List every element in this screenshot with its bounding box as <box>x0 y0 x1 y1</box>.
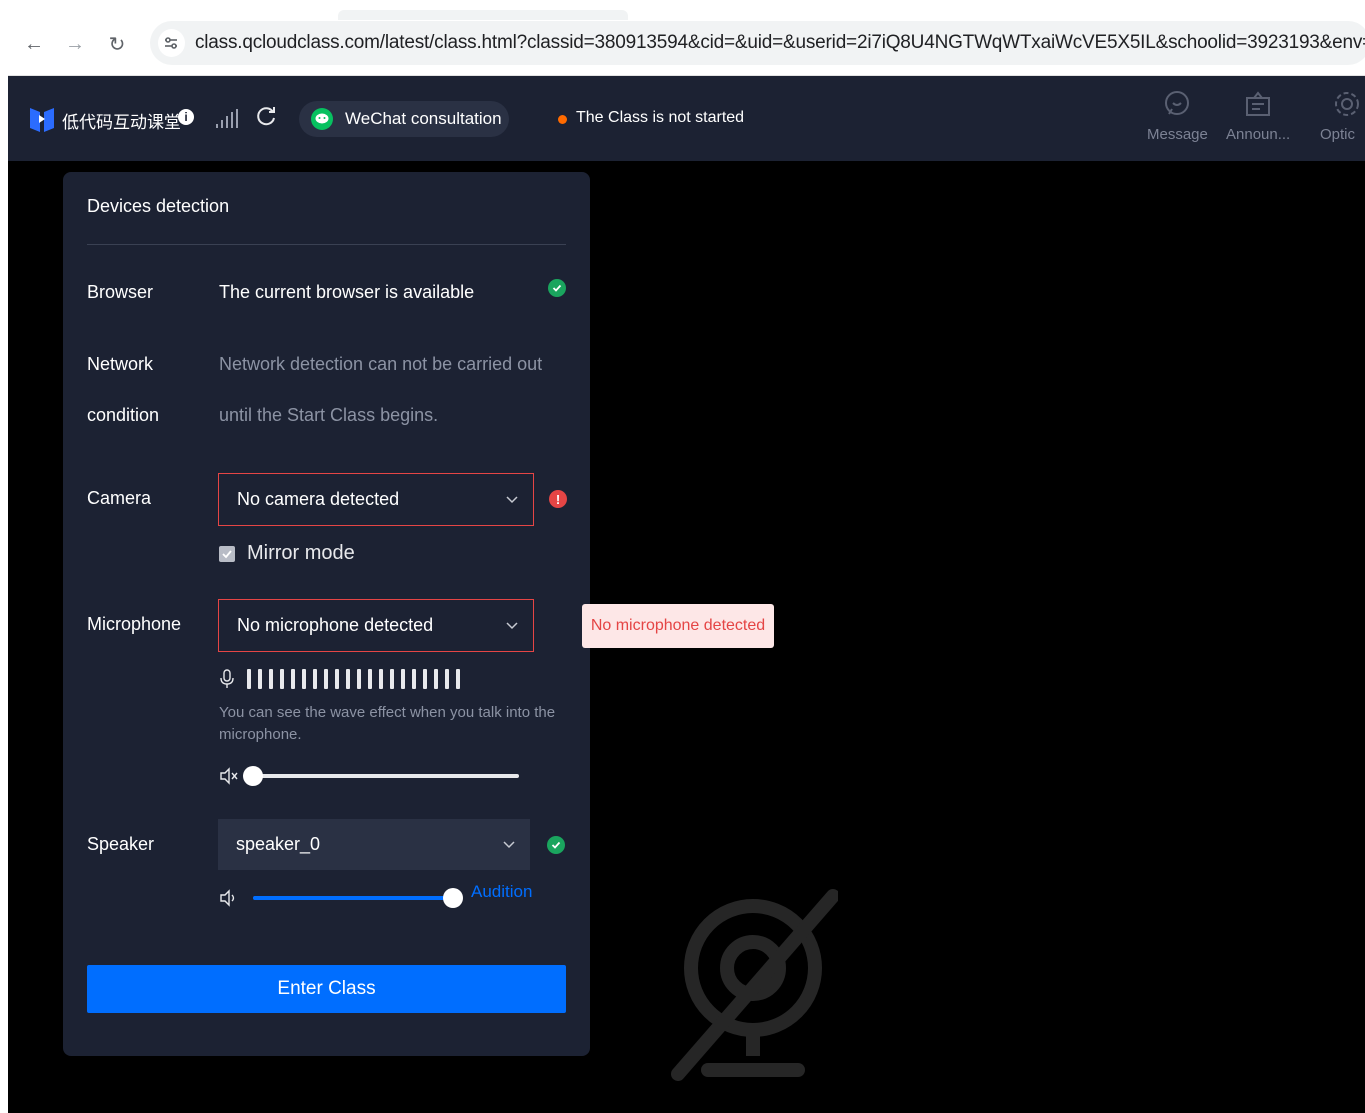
mic-wave-bar <box>423 669 427 689</box>
brand-name: 低代码互动课堂 <box>62 113 181 132</box>
class-status: The Class is not started <box>576 109 745 126</box>
mic-wave-bar <box>401 669 405 689</box>
microphone-select-value: No microphone detected <box>237 615 434 635</box>
devices-detection-panel: Devices detection Browser The current br… <box>63 172 590 1056</box>
status-dot <box>558 115 567 124</box>
mic-wave-bar <box>247 669 251 689</box>
slider-thumb[interactable] <box>442 888 463 908</box>
mic-wave-bar <box>412 669 416 689</box>
network-status: Network detection can not be carried out <box>219 354 543 374</box>
chevron-down-icon <box>503 841 515 849</box>
mic-wave-bar <box>379 669 383 689</box>
camera-select[interactable]: No camera detected <box>218 473 534 526</box>
message-icon <box>1165 91 1190 115</box>
mic-wave-bar <box>456 669 460 689</box>
microphone-select[interactable]: No microphone detected <box>218 599 534 652</box>
mic-wave-bar <box>357 669 361 689</box>
app-header: 低代码互动课堂 i WeChat consultation The Class … <box>8 76 1365 161</box>
options-button[interactable]: Optic <box>1319 90 1365 152</box>
announcement-button[interactable]: Announ... <box>1226 90 1290 152</box>
browser-status: The current browser is available <box>219 282 475 302</box>
camera-select-value: No camera detected <box>237 489 400 509</box>
chevron-down-icon <box>506 496 518 504</box>
speaker-volume-slider[interactable] <box>219 887 463 909</box>
mic-wave-bar <box>313 669 317 689</box>
camera-off-icon <box>671 889 838 1081</box>
speaker-select[interactable]: speaker_0 <box>218 819 530 870</box>
mic-wave-bar <box>324 669 328 689</box>
enter-class-button[interactable]: Enter Class <box>87 965 566 1013</box>
audition-link[interactable]: Audition <box>471 882 532 902</box>
message-button[interactable]: Message <box>1147 90 1208 152</box>
microphone-error-tooltip: No microphone detected <box>582 604 774 648</box>
mic-wave-bar <box>302 669 306 689</box>
mic-wave-bars <box>247 669 460 689</box>
mic-wave-bar <box>445 669 449 689</box>
announcement-label: Announ... <box>1226 126 1291 143</box>
camera-label: Camera <box>87 488 152 508</box>
browser-toolbar: ← → ↻ class.qcloudclass.com/latest/class… <box>8 10 1365 76</box>
forward-icon[interactable]: → <box>61 30 89 58</box>
browser-label: Browser <box>87 282 154 302</box>
speaker-select-value: speaker_0 <box>236 834 321 854</box>
mic-level-meter <box>219 668 529 690</box>
slider-fill <box>253 896 453 900</box>
wechat-consultation-label: WeChat consultation <box>345 109 502 128</box>
mic-wave-bar <box>269 669 273 689</box>
classroom-app: 低代码互动课堂 i WeChat consultation The Class … <box>8 76 1365 1113</box>
mute-icon <box>220 767 238 785</box>
mic-wave-bar <box>390 669 394 689</box>
reload-icon[interactable]: ↻ <box>103 30 131 58</box>
network-label: Network <box>87 354 154 374</box>
url-text[interactable]: class.qcloudclass.com/latest/class.html?… <box>195 32 1365 54</box>
announcement-icon <box>1246 91 1271 116</box>
check-circle-icon <box>547 836 565 854</box>
mirror-mode-label[interactable]: Mirror mode <box>247 542 355 565</box>
refresh-icon[interactable] <box>254 104 278 128</box>
mic-hint: You can see the wave effect when you tal… <box>219 704 556 743</box>
network-status-line2: until the Start Class begins. <box>219 405 439 425</box>
check-circle-icon <box>548 279 566 297</box>
signal-icon[interactable] <box>215 109 239 129</box>
error-icon: ! <box>549 490 567 508</box>
network-label-line2: condition <box>87 405 160 425</box>
mic-wave-bar <box>346 669 350 689</box>
panel-title: Devices detection <box>87 196 230 216</box>
wechat-consultation-button[interactable]: WeChat consultation <box>299 101 509 137</box>
microphone-icon <box>220 669 234 688</box>
brand-logo-icon <box>30 108 54 132</box>
settings-icon <box>1335 92 1359 116</box>
info-icon[interactable]: i <box>178 109 194 125</box>
slider-track <box>253 774 519 778</box>
mic-wave-bar <box>291 669 295 689</box>
mic-wave-bar <box>335 669 339 689</box>
options-label: Optic <box>1320 126 1356 143</box>
slider-thumb[interactable] <box>243 766 263 786</box>
back-icon[interactable]: ← <box>20 30 48 58</box>
mic-wave-bar <box>368 669 372 689</box>
mic-wave-bar <box>258 669 262 689</box>
address-bar[interactable]: class.qcloudclass.com/latest/class.html?… <box>150 21 1365 65</box>
speaker-icon <box>220 889 235 907</box>
speaker-label: Speaker <box>87 834 155 854</box>
site-settings-icon[interactable] <box>158 29 185 57</box>
browser-tab[interactable] <box>338 10 628 20</box>
divider <box>87 244 566 245</box>
mic-wave-bar <box>280 669 284 689</box>
message-label: Message <box>1147 126 1208 143</box>
microphone-volume-slider[interactable] <box>219 765 529 787</box>
mirror-mode-checkbox[interactable] <box>219 546 235 562</box>
chevron-down-icon <box>506 622 518 630</box>
mic-wave-bar <box>434 669 438 689</box>
wechat-icon <box>311 108 333 130</box>
microphone-label: Microphone <box>87 614 182 634</box>
